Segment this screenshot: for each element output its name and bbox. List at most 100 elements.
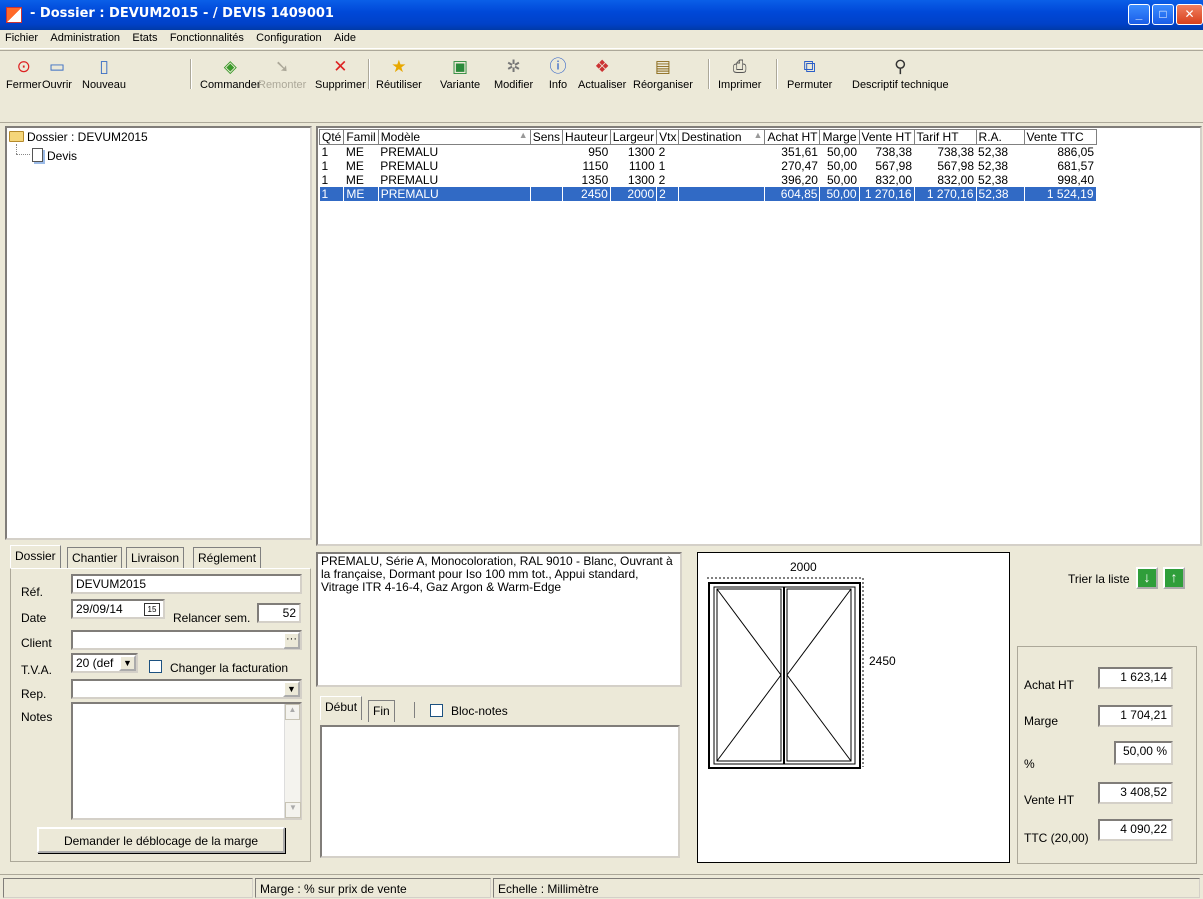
table-row[interactable]: 1 ME PREMALU 1150 1100 1 270,47 50,00 567,98 567,… — [320, 159, 1097, 173]
imprimer-button[interactable]: ⎙ Imprimer — [718, 57, 761, 91]
percent-value[interactable]: 50,00 % — [1114, 741, 1173, 765]
relancer-field[interactable]: 52 — [257, 603, 301, 623]
col-hauteur[interactable]: Hauteur — [562, 129, 611, 145]
reutiliser-button[interactable]: ★ Réutiliser — [376, 57, 422, 91]
table-cell: 2 — [656, 187, 680, 201]
minimize-button[interactable]: _ — [1128, 4, 1150, 25]
toolbar: ⊙ Fermer ▭ Ouvrir ▯ Nouveau ◈ Commander … — [0, 50, 1203, 123]
modifier-label: Modifier — [494, 79, 534, 91]
client-field[interactable] — [71, 630, 302, 650]
col-vtx[interactable]: Vtx — [656, 129, 680, 145]
ref-field[interactable]: DEVUM2015 — [71, 574, 302, 594]
folder-icon — [9, 131, 24, 142]
order-icon: ◈ — [223, 57, 237, 76]
table-cell — [530, 187, 564, 201]
table-cell: 832,00 — [875, 173, 913, 187]
grid-header-row: Qté Famil Modèle ▲ Sens Hauteur Largeur V… — [318, 129, 1097, 145]
scroll-down-icon[interactable]: ▼ — [285, 802, 301, 818]
tab-chantier[interactable]: Chantier — [67, 547, 123, 568]
col-ra[interactable]: R.A. — [975, 129, 1025, 145]
col-famil[interactable]: Famil — [343, 129, 379, 145]
fermer-button[interactable]: ⊙ Fermer — [6, 57, 41, 91]
close-folder-icon: ⊙ — [16, 57, 31, 76]
col-qte[interactable]: Qté — [318, 129, 345, 145]
changer-facturation-checkbox[interactable] — [149, 660, 162, 673]
client-browse-button[interactable]: ··· — [283, 632, 300, 649]
menu-administration[interactable]: Administration — [45, 30, 124, 44]
status-echelle: Echelle : Millimètre — [493, 878, 1200, 898]
table-cell: ME — [343, 187, 379, 201]
chevron-down-icon[interactable]: ▼ — [119, 655, 136, 671]
tree-item-devis[interactable]: Devis — [32, 148, 77, 163]
tab-reglement[interactable]: Réglement — [193, 547, 262, 568]
col-modele[interactable]: Modèle ▲ — [377, 129, 531, 145]
variante-label: Variante — [440, 79, 481, 91]
arrow-up-icon[interactable]: ↑ — [1163, 567, 1185, 589]
menu-aide[interactable]: Aide — [329, 30, 360, 44]
col-largeur[interactable]: Largeur — [609, 129, 658, 145]
table-row[interactable]: 1 ME PREMALU 950 1300 2 351,61 50,00 738,38 738,3… — [320, 145, 1097, 160]
marge-value: 1 704,21 — [1098, 705, 1173, 727]
table-cell: 52,38 — [978, 159, 1009, 173]
col-achat-ht[interactable]: Achat HT — [764, 129, 821, 145]
arrow-down-icon[interactable]: ↓ — [1136, 567, 1158, 589]
variante-button[interactable]: ▣ Variante — [440, 57, 480, 91]
calendar-icon[interactable]: 15 — [144, 603, 160, 616]
tab-livraison[interactable]: Livraison — [126, 547, 185, 568]
menu-fichier[interactable]: Fichier — [0, 30, 42, 44]
bloc-notes-checkbox[interactable] — [430, 704, 443, 717]
descriptif-button[interactable]: ⚲ Descriptif technique — [852, 57, 949, 91]
vente-ht-value: 3 408,52 — [1098, 782, 1173, 804]
actualiser-button[interactable]: ❖ Actualiser — [578, 57, 626, 91]
supprimer-label: Supprimer — [315, 79, 366, 91]
menu-configuration[interactable]: Configuration — [251, 30, 325, 44]
maximize-button[interactable]: □ — [1152, 4, 1174, 25]
menu-etats[interactable]: Etats — [127, 30, 161, 44]
col-tarif-ht[interactable]: Tarif HT — [913, 129, 977, 145]
modifier-button[interactable]: ✲ Modifier — [494, 57, 533, 91]
scroll-up-icon[interactable]: ▲ — [285, 704, 300, 720]
deblocage-button[interactable]: Demander le déblocage de la marge — [37, 827, 285, 853]
reorganiser-button[interactable]: ▤ Réorganiser — [633, 57, 693, 91]
menu-fonctionnalites[interactable]: Fonctionnalités — [165, 30, 248, 44]
rep-label: Rep. — [21, 687, 47, 701]
info-label: Info — [548, 79, 568, 91]
table-row[interactable]: 1 ME PREMALU 1350 1300 2 396,20 50,00 832,00 832,… — [320, 173, 1097, 187]
joinery-drawing: 2000 2450 — [707, 560, 896, 769]
notes-scrollbar[interactable]: ▲ ▼ — [284, 704, 301, 818]
open-folder-icon: ▭ — [48, 57, 65, 76]
chevron-down-icon[interactable]: ▼ — [283, 681, 300, 697]
supprimer-button[interactable]: ✕ Supprimer — [315, 57, 366, 91]
table-cell: PREMALU — [380, 145, 439, 159]
table-cell: PREMALU — [378, 187, 531, 201]
nouveau-button[interactable]: ▯ Nouveau — [82, 57, 126, 91]
col-sens[interactable]: Sens — [529, 129, 564, 145]
notes-textarea[interactable] — [71, 702, 302, 820]
table-cell: 681,57 — [1057, 159, 1095, 173]
tab-dossier[interactable]: Dossier — [10, 545, 61, 569]
table-cell: 2 — [658, 145, 666, 159]
col-vente-ttc[interactable]: Vente TTC — [1023, 129, 1097, 145]
tab-fin[interactable]: Fin — [368, 700, 395, 722]
tab-debut[interactable]: Début — [320, 696, 363, 720]
table-row[interactable]: 1 ME PREMALU 2450 2000 2 604,85 50,00 1 270,16 1 … — [319, 187, 1097, 201]
col-marge[interactable]: Marge — [819, 129, 860, 145]
table-cell: 52,38 — [976, 187, 1025, 201]
table-cell: 567,98 — [937, 159, 975, 173]
relancer-label: Relancer sem. — [173, 611, 251, 625]
permuter-button[interactable]: ⧉ Permuter — [787, 57, 832, 91]
descriptif-label: Descriptif technique — [852, 79, 949, 91]
rep-select[interactable] — [71, 679, 302, 699]
title-bar: - Dossier : DEVUM2015 - / DEVIS 1409001 … — [0, 0, 1203, 30]
table-cell: 604,85 — [764, 187, 821, 201]
commander-button[interactable]: ◈ Commander — [200, 57, 261, 91]
col-destination[interactable]: Destination ▲ — [678, 129, 766, 145]
col-vente-ht[interactable]: Vente HT — [858, 129, 915, 145]
remonter-button[interactable]: ➘ Remonter — [258, 57, 306, 91]
close-button[interactable]: ✕ — [1176, 4, 1203, 25]
ouvrir-button[interactable]: ▭ Ouvrir — [42, 57, 72, 91]
table-cell — [678, 187, 766, 201]
notes-editor[interactable] — [320, 725, 680, 858]
tree-root[interactable]: Dossier : DEVUM2015 — [9, 130, 148, 144]
info-button[interactable]: ⓘ Info — [548, 57, 568, 91]
